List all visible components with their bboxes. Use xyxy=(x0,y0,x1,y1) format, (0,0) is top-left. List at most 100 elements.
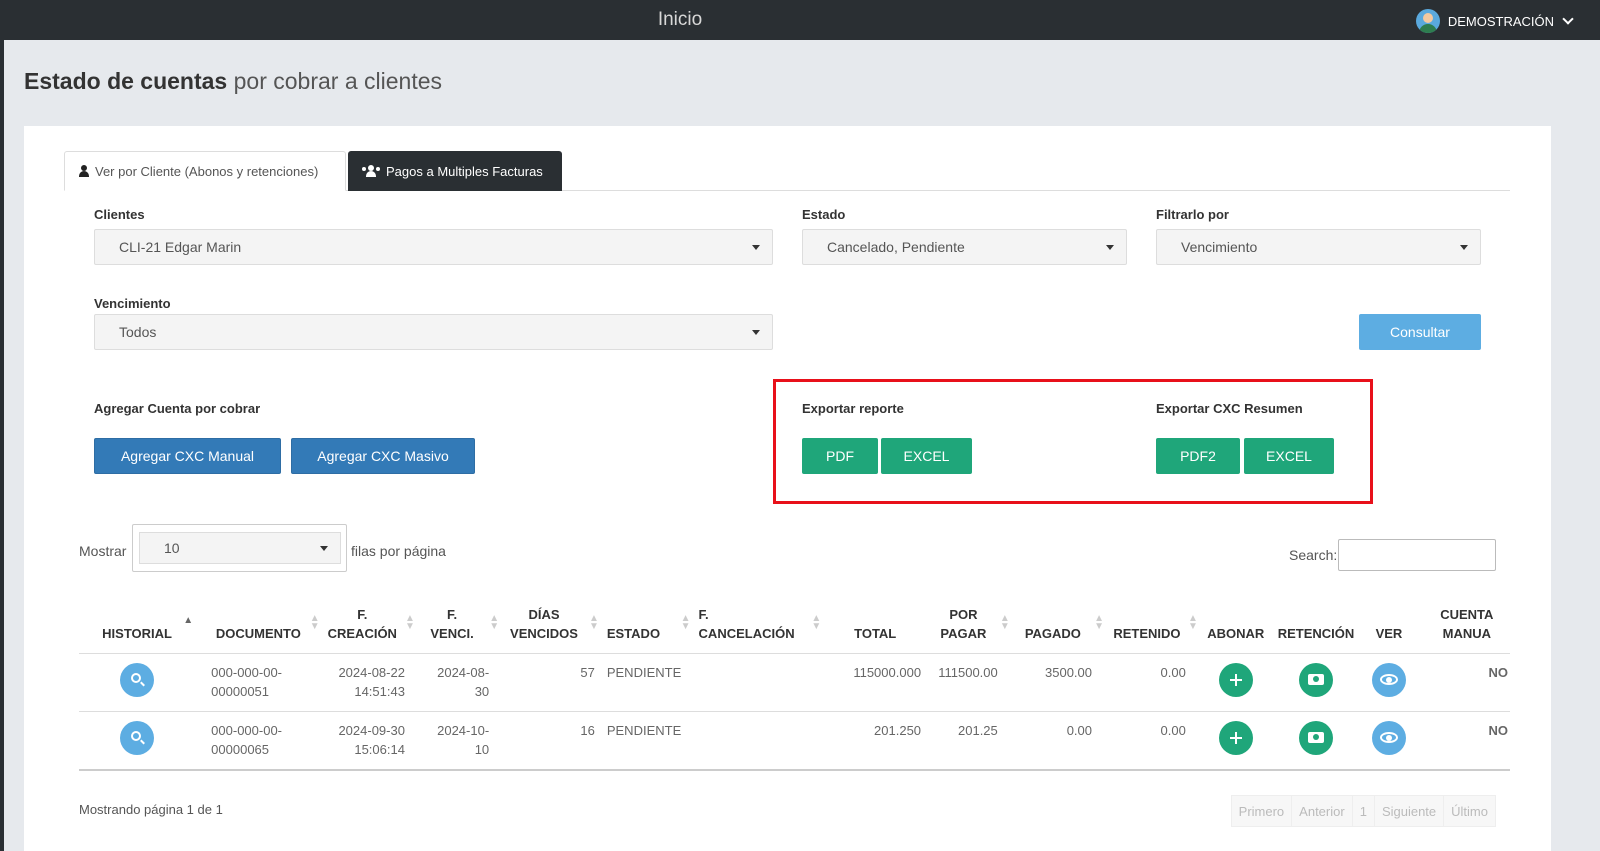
dias-cell: 57 xyxy=(501,653,601,712)
col-dias-vencidos[interactable]: DÍAS VENCIDOS ▲ ▼ xyxy=(501,600,601,654)
historial-cell xyxy=(79,653,196,712)
ver-button[interactable] xyxy=(1371,662,1406,697)
table-row: 000-000-00- 00000065 2024-09-30 15:06:14 2… xyxy=(79,711,1510,771)
page-size-select[interactable]: 10 xyxy=(139,532,341,564)
eye-icon xyxy=(1379,731,1398,743)
col-documento-label: DOCUMENTO xyxy=(215,625,301,641)
filtrarlo-select[interactable]: Vencimiento xyxy=(1156,229,1481,265)
retencion-button[interactable] xyxy=(1298,720,1333,755)
export-resumen-excel-button[interactable]: EXCEL xyxy=(1244,438,1334,474)
pager-last[interactable]: Último xyxy=(1443,795,1496,827)
col-estado-label: ESTADO xyxy=(606,625,661,641)
sort-icon: ▲ ▼ xyxy=(999,612,1010,632)
col-total-label: TOTAL xyxy=(854,625,897,641)
col-ver: VER xyxy=(1360,600,1418,654)
tab-pagos-multiples[interactable]: Pagos a Multiples Facturas xyxy=(348,151,562,191)
historial-cell xyxy=(79,711,196,771)
search-input[interactable] xyxy=(1338,539,1496,571)
col-documento[interactable]: DOCUMENTO ▲ ▼ xyxy=(195,600,322,654)
historial-button[interactable] xyxy=(120,662,155,697)
estado-cell: PENDIENTE xyxy=(600,711,693,771)
pager-next[interactable]: Siguiente xyxy=(1373,795,1445,827)
export-pdf-button[interactable]: PDF xyxy=(802,438,878,474)
search-icon xyxy=(131,730,142,741)
sort-icon: ▲ ▼ xyxy=(811,612,822,632)
pager-page-1[interactable]: 1 xyxy=(1351,795,1375,827)
total-cell: 115000.000 xyxy=(823,653,928,712)
por-pagar-cell: 111500.00 xyxy=(927,653,1012,712)
clientes-select[interactable]: CLI-21 Edgar Marin xyxy=(94,229,773,265)
cancelacion-cell xyxy=(692,711,824,771)
tab-label: Pagos a Multiples Facturas xyxy=(386,163,543,179)
documento-cell: 000-000-00- 00000065 xyxy=(195,711,322,771)
venci-line2: 30 xyxy=(474,683,490,699)
consultar-button[interactable]: Consultar xyxy=(1359,314,1481,350)
user-icon xyxy=(79,165,89,177)
creacion-cell: 2024-09-30 15:06:14 xyxy=(321,711,417,771)
retenido-cell: 0.00 xyxy=(1106,653,1200,712)
eye-icon xyxy=(1379,673,1398,685)
table-row: 000-000-00- 00000051 2024-08-22 14:51:43 2… xyxy=(79,653,1510,712)
export-excel-button[interactable]: EXCEL xyxy=(881,438,972,474)
tab-ver-por-cliente[interactable]: Ver por Cliente (Abonos y retenciones) xyxy=(64,151,346,191)
documento-line2: 00000065 xyxy=(211,741,270,757)
creacion-date: 2024-08-22 xyxy=(338,664,405,680)
left-edge xyxy=(0,40,4,851)
top-navbar: Inicio DEMOSTRACIÓN xyxy=(0,0,1600,40)
venci-line1: 2024-10- xyxy=(437,722,490,738)
total-cell: 201.250 xyxy=(823,711,928,771)
col-pagado[interactable]: PAGADO ▲ ▼ xyxy=(1011,600,1107,654)
user-menu[interactable]: DEMOSTRACIÓN xyxy=(1415,9,1574,33)
avatar xyxy=(1415,9,1440,33)
pager-first[interactable]: Primero xyxy=(1230,795,1293,827)
pagado-cell: 0.00 xyxy=(1011,711,1107,771)
col-total[interactable]: TOTAL xyxy=(823,600,928,654)
col-label-line1: F. xyxy=(357,606,368,622)
agregar-cxc-masivo-button[interactable]: Agregar CXC Masivo xyxy=(291,438,475,474)
historial-button[interactable] xyxy=(120,720,155,755)
caret-down-icon xyxy=(1106,245,1114,250)
search-label: Search: xyxy=(1289,547,1338,563)
col-estado[interactable]: ESTADO ▲ ▼ xyxy=(600,600,693,654)
abonar-button[interactable] xyxy=(1218,720,1253,755)
cuenta-manual-cell: NO xyxy=(1417,653,1510,712)
creacion-time: 14:51:43 xyxy=(354,683,405,699)
col-f-cancelacion[interactable]: F. CANCELACIÓN ▲ ▼ xyxy=(692,600,824,654)
export-pdf2-button[interactable]: PDF2 xyxy=(1156,438,1240,474)
chevron-down-icon xyxy=(1562,12,1574,25)
vencimiento-label: Vencimiento xyxy=(94,296,171,311)
col-retenido[interactable]: RETENIDO ▲ ▼ xyxy=(1106,600,1200,654)
venci-line1: 2024-08- xyxy=(437,664,490,680)
col-historial[interactable]: HISTORIAL ▲ xyxy=(79,600,196,654)
retencion-cell xyxy=(1271,711,1361,771)
col-retenido-label: RETENIDO xyxy=(1113,625,1181,641)
col-por-pagar[interactable]: POR PAGAR ▲ ▼ xyxy=(927,600,1012,654)
navbar-title[interactable]: Inicio xyxy=(0,9,1360,31)
page-size-value: 10 xyxy=(164,540,180,556)
tab-bar: Ver por Cliente (Abonos y retenciones) P… xyxy=(64,151,1510,191)
col-f-creacion[interactable]: F. CREACIÓN ▲ ▼ xyxy=(321,600,417,654)
vencimiento-select[interactable]: Todos xyxy=(94,314,773,350)
abonar-button[interactable] xyxy=(1218,662,1253,697)
show-label: Mostrar xyxy=(79,543,127,559)
estado-select[interactable]: Cancelado, Pendiente xyxy=(802,229,1127,265)
retencion-button[interactable] xyxy=(1298,662,1333,697)
col-f-venci[interactable]: F. VENCI. ▲ ▼ xyxy=(416,600,502,654)
sort-icon: ▲ ▼ xyxy=(680,612,691,632)
pager-prev[interactable]: Anterior xyxy=(1291,795,1353,827)
exportar-reporte-label: Exportar reporte xyxy=(802,401,904,416)
ver-button[interactable] xyxy=(1371,720,1406,755)
agregar-cxc-manual-button[interactable]: Agregar CXC Manual xyxy=(94,438,281,474)
filtrarlo-value: Vencimiento xyxy=(1181,239,1258,255)
vencimiento-value: Todos xyxy=(119,324,157,340)
venci-cell: 2024-08- 30 xyxy=(416,653,502,712)
retenido-cell: 0.00 xyxy=(1106,711,1200,771)
col-ver-label: VER xyxy=(1375,625,1403,641)
cancelacion-cell xyxy=(692,653,824,712)
documento-cell: 000-000-00- 00000051 xyxy=(195,653,322,712)
sort-asc-icon: ▲ xyxy=(183,614,194,626)
page-title: Estado de cuentas por cobrar a clientes xyxy=(24,68,442,95)
table-header-row: HISTORIAL ▲ DOCUMENTO ▲ ▼ F. CREACIÓN ▲ ▼ F. VE… xyxy=(79,600,1510,654)
abonar-cell xyxy=(1199,711,1272,771)
col-historial-label: HISTORIAL xyxy=(102,625,172,641)
